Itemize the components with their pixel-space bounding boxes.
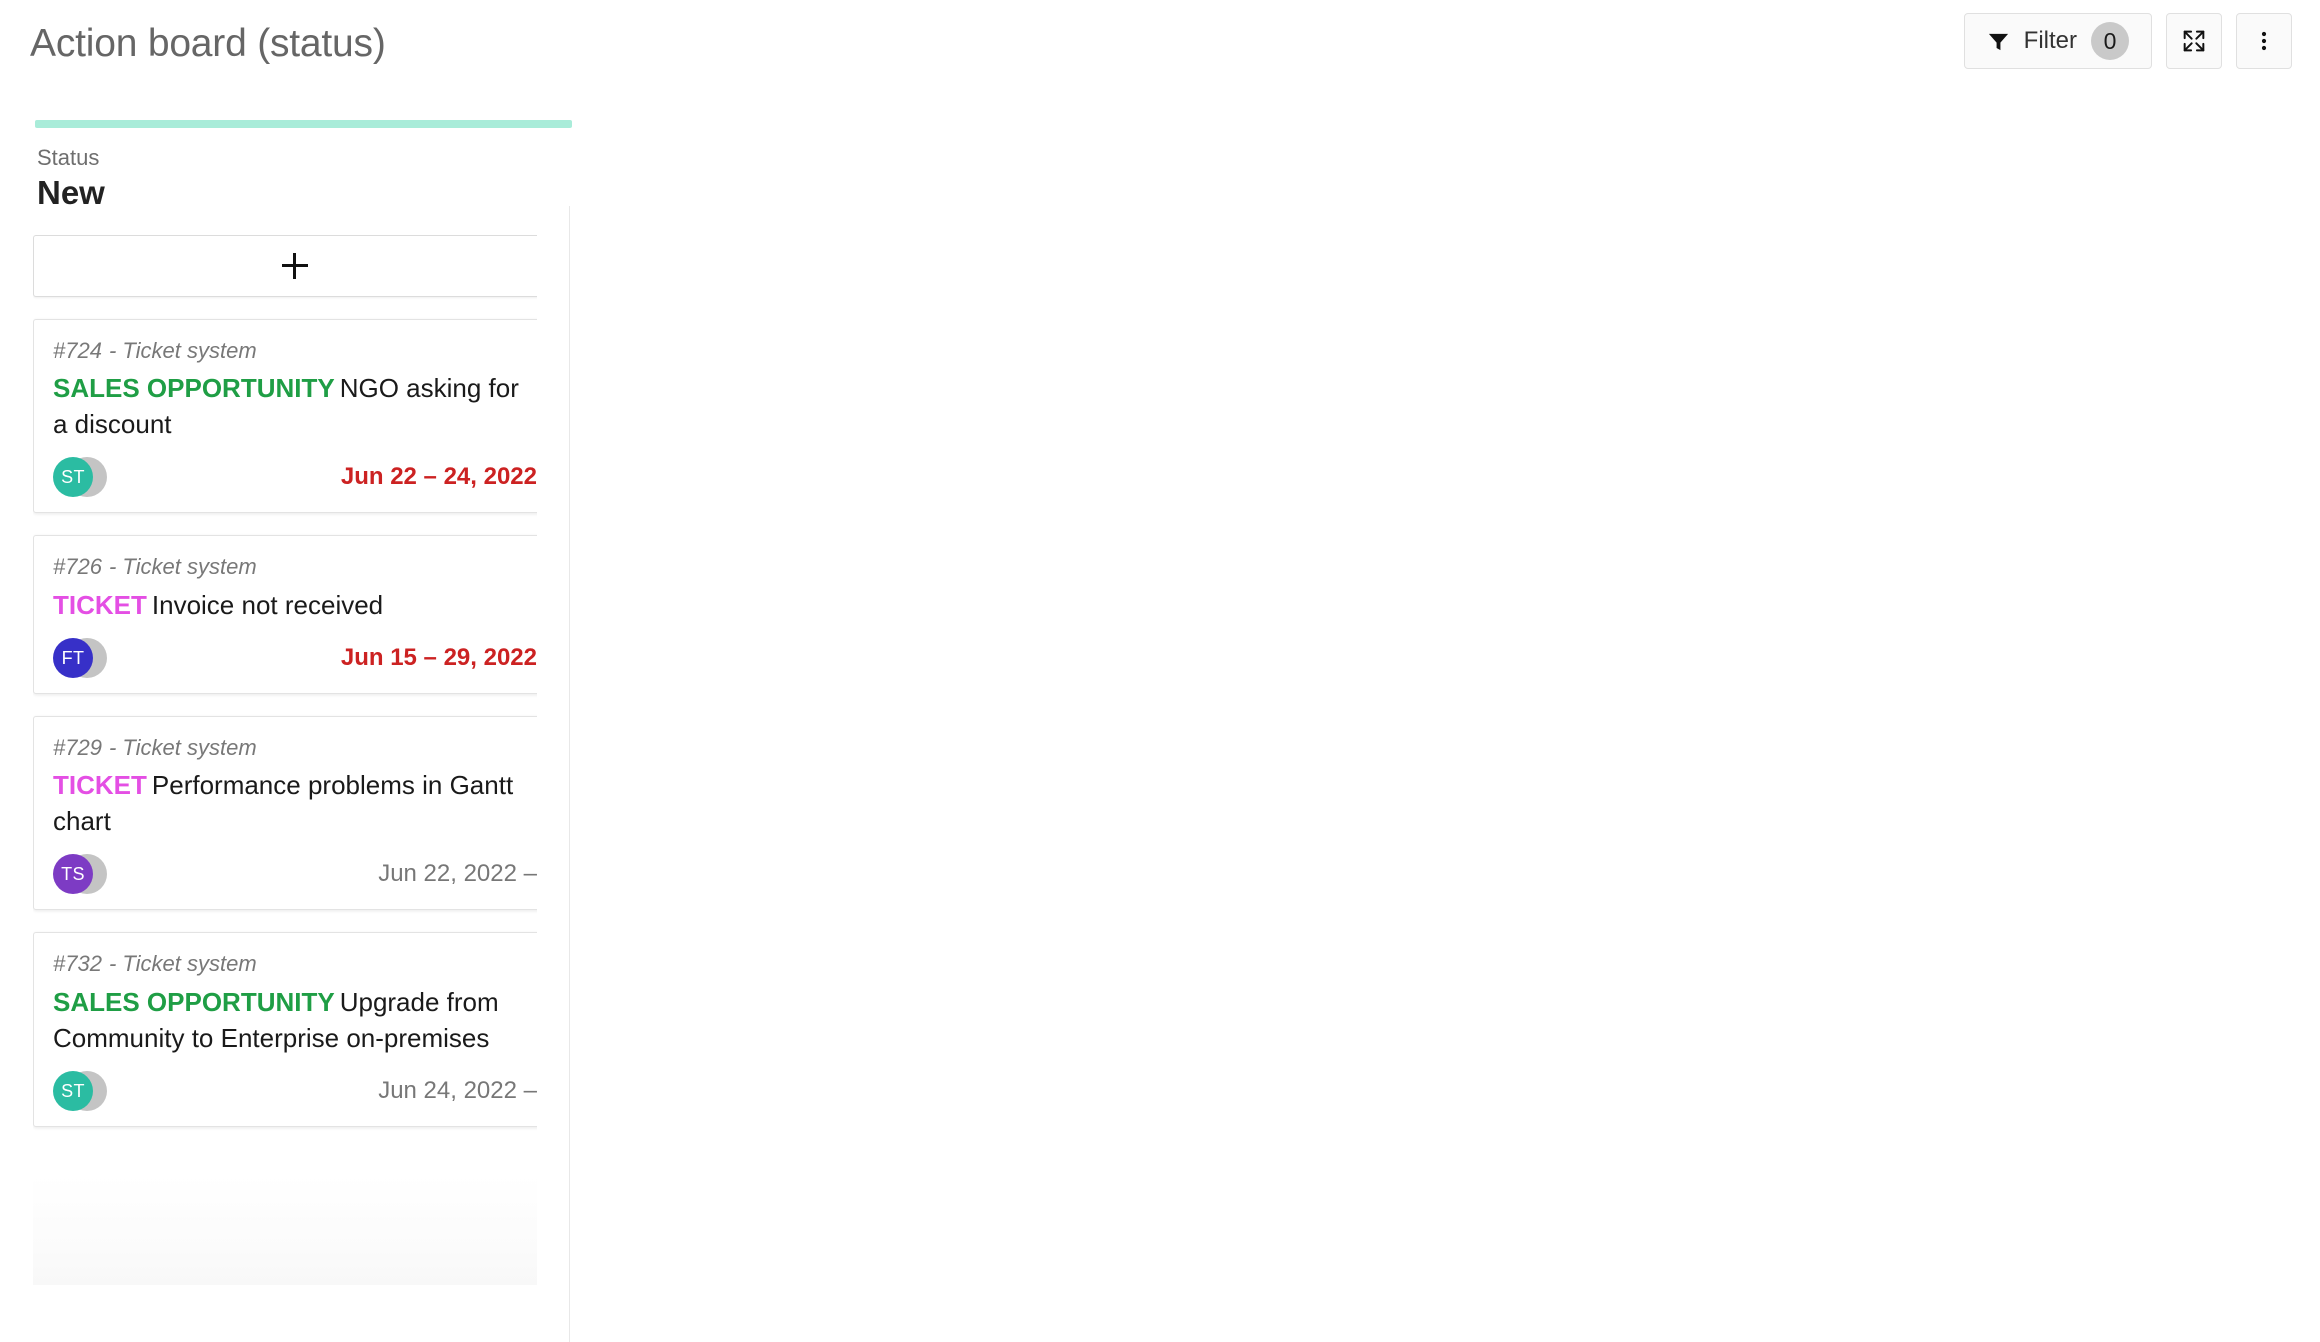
kebab-menu-icon: [2252, 29, 2276, 53]
work-package-card-732[interactable]: #732- Ticket system SALES OPPORTUNITY Upg…: [33, 932, 537, 1127]
work-package-type: SALES OPPORTUNITY: [53, 986, 335, 1017]
card-subject: SALES OPPORTUNITY NGO asking for a discou…: [53, 371, 537, 443]
more-menu-button[interactable]: [2236, 13, 2292, 69]
work-package-type: SALES OPPORTUNITY: [53, 373, 335, 404]
column-attribute-label: Status: [37, 145, 100, 170]
card-meta: #726- Ticket system: [53, 552, 537, 582]
card-dates: Jun 22, 2022 –: [378, 860, 537, 888]
work-package-type: TICKET: [53, 589, 147, 620]
work-package-id: #732: [53, 951, 102, 977]
work-package-project: - Ticket system: [108, 337, 257, 363]
column-title: New: [37, 174, 105, 212]
card-footer: ST Jun 24, 2022 –: [53, 1070, 537, 1111]
card-subject: TICKET Performance problems in Gantt char…: [53, 768, 537, 840]
work-package-project: - Ticket system: [108, 951, 257, 977]
card-subject: SALES OPPORTUNITY Upgrade from Community …: [53, 985, 537, 1057]
toolbar-actions: Filter 0: [1963, 13, 2292, 69]
filter-label: Filter: [2023, 27, 2077, 54]
work-package-id: #729: [53, 734, 102, 760]
card-dates: Jun 22 – 24, 2022: [340, 463, 537, 491]
work-package-subject-text: Invoice not received: [151, 589, 384, 620]
work-package-id: #726: [53, 554, 102, 580]
board-page: Action board (status) Filter 0 Status Ne…: [0, 0, 2320, 1342]
card-footer: FT Jun 15 – 29, 2022: [53, 637, 537, 678]
column-bottom-fade: [33, 1174, 537, 1285]
top-toolbar: Action board (status) Filter 0: [0, 0, 2320, 108]
column-header[interactable]: Status New: [33, 128, 537, 214]
work-package-project: - Ticket system: [108, 734, 257, 760]
card-dates: Jun 24, 2022 –: [378, 1076, 537, 1104]
avatar: ST: [53, 1070, 93, 1111]
card-meta: #724- Ticket system: [53, 336, 537, 366]
work-package-type: TICKET: [53, 770, 147, 801]
avatar: ST: [53, 457, 93, 498]
work-package-card-729[interactable]: #729- Ticket system TICKET Performance pr…: [33, 715, 537, 911]
plus-icon: [282, 252, 308, 279]
assignee-avatar-group[interactable]: ST: [53, 457, 107, 498]
work-package-id: #724: [53, 337, 102, 363]
card-subject: TICKET Invoice not received: [53, 588, 537, 624]
board-list-column-new: Status New #724- Ticket system SALES OPP…: [0, 120, 572, 1342]
page-title: Action board (status): [30, 22, 386, 65]
assignee-avatar-group[interactable]: TS: [53, 854, 107, 895]
funnel-icon: [1987, 30, 2010, 53]
filter-button[interactable]: Filter 0: [1963, 13, 2152, 69]
card-footer: ST Jun 22 – 24, 2022: [53, 457, 537, 498]
work-package-project: - Ticket system: [108, 554, 257, 580]
work-package-card-726[interactable]: #726- Ticket system TICKET Invoice not re…: [33, 535, 537, 694]
card-dates: Jun 15 – 29, 2022: [340, 643, 537, 671]
column-card-list[interactable]: #724- Ticket system SALES OPPORTUNITY NGO…: [33, 234, 537, 1285]
cards-host: #724- Ticket system SALES OPPORTUNITY NGO…: [33, 318, 537, 1127]
expand-icon: [2180, 27, 2208, 55]
column-accent-bar: [35, 120, 572, 128]
card-footer: TS Jun 22, 2022 –: [53, 854, 537, 895]
avatar: FT: [53, 637, 93, 678]
board-columns: Status New #724- Ticket system SALES OPP…: [0, 120, 2320, 1342]
fullscreen-button[interactable]: [2166, 13, 2222, 69]
assignee-avatar-group[interactable]: FT: [53, 637, 107, 678]
work-package-card-724[interactable]: #724- Ticket system SALES OPPORTUNITY NGO…: [33, 318, 537, 514]
add-card-button[interactable]: [33, 234, 537, 297]
avatar: TS: [53, 854, 93, 895]
card-meta: #732- Ticket system: [53, 949, 537, 979]
column-divider: [569, 206, 570, 1342]
card-meta: #729- Ticket system: [53, 733, 537, 763]
filter-count-badge: 0: [2091, 22, 2129, 60]
assignee-avatar-group[interactable]: ST: [53, 1070, 107, 1111]
